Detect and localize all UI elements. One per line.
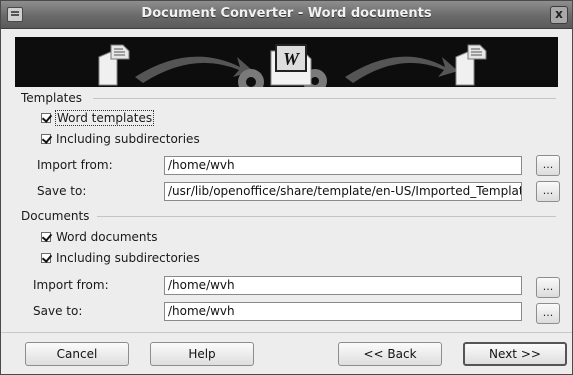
checkmark-icon bbox=[41, 231, 53, 242]
banner-illustration: W bbox=[98, 44, 487, 87]
templates-import-label: Import from: bbox=[37, 158, 113, 172]
documents-subdirs-label[interactable]: Including subdirectories bbox=[56, 251, 200, 265]
checkbox-box[interactable] bbox=[41, 231, 53, 242]
checkmark-icon bbox=[41, 252, 53, 263]
documents-import-input[interactable]: /home/wvh bbox=[164, 276, 522, 295]
document-icon bbox=[455, 44, 487, 86]
checkmark-icon bbox=[41, 112, 53, 123]
help-button[interactable]: Help bbox=[150, 342, 254, 366]
checkbox-box[interactable] bbox=[41, 252, 53, 263]
document-icon bbox=[98, 44, 130, 86]
templates-subdirs-checkbox[interactable]: Including subdirectories bbox=[41, 131, 200, 147]
templates-import-browse-button[interactable]: ... bbox=[536, 155, 560, 176]
templates-save-input[interactable]: /usr/lib/openoffice/share/template/en-US… bbox=[164, 182, 522, 201]
checkmark-icon bbox=[41, 133, 53, 144]
templates-save-label: Save to: bbox=[37, 184, 87, 198]
documents-save-input[interactable]: /home/wvh bbox=[164, 302, 522, 321]
documents-import-label: Import from: bbox=[33, 278, 109, 292]
templates-import-input[interactable]: /home/wvh bbox=[164, 156, 522, 175]
checkbox-box[interactable] bbox=[41, 112, 53, 123]
arrow-icon bbox=[345, 56, 458, 83]
svg-text:W: W bbox=[283, 49, 301, 69]
templates-subdirs-label[interactable]: Including subdirectories bbox=[56, 132, 200, 146]
templates-group-label: Templates bbox=[21, 91, 83, 105]
templates-save-browse-button[interactable]: ... bbox=[536, 181, 560, 202]
documents-save-label: Save to: bbox=[33, 304, 83, 318]
checkbox-box[interactable] bbox=[41, 133, 53, 144]
templates-divider bbox=[93, 98, 556, 99]
documents-subdirs-checkbox[interactable]: Including subdirectories bbox=[41, 250, 200, 266]
documents-save-browse-button[interactable]: ... bbox=[536, 303, 560, 324]
dialog-window: Document Converter - Word documents x W … bbox=[0, 0, 573, 375]
word-documents-label[interactable]: Word documents bbox=[56, 230, 157, 244]
word-documents-checkbox[interactable]: Word documents bbox=[41, 229, 157, 245]
wizard-banner: W bbox=[15, 37, 558, 87]
arrow-icon bbox=[135, 56, 253, 83]
documents-divider bbox=[97, 216, 556, 217]
documents-import-browse-button[interactable]: ... bbox=[536, 277, 560, 298]
cancel-button[interactable]: Cancel bbox=[25, 342, 129, 366]
back-button[interactable]: << Back bbox=[338, 342, 442, 366]
close-icon[interactable]: x bbox=[550, 6, 568, 24]
window-title: Document Converter - Word documents bbox=[141, 6, 432, 21]
next-button[interactable]: Next >> bbox=[463, 342, 567, 366]
documents-group-label: Documents bbox=[21, 209, 90, 223]
title-bar[interactable]: Document Converter - Word documents x bbox=[1, 1, 572, 29]
word-templates-checkbox[interactable]: Word templates bbox=[41, 110, 155, 126]
word-templates-label[interactable]: Word templates bbox=[54, 110, 155, 126]
button-area-divider bbox=[1, 332, 572, 333]
word-document-icon: W bbox=[270, 44, 312, 86]
